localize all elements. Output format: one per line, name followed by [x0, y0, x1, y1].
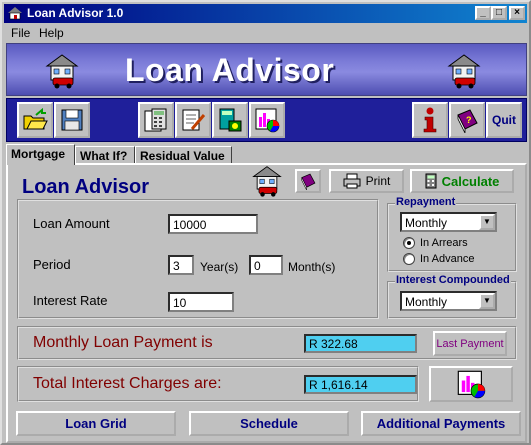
banner-title: Loan Advisor — [125, 52, 335, 88]
open-folder-icon — [23, 108, 48, 130]
app-house-icon — [8, 7, 22, 20]
close-glyph: × — [514, 7, 520, 18]
printer-icon — [343, 173, 361, 189]
chart-icon — [255, 108, 280, 133]
chart-view-button[interactable] — [429, 366, 513, 402]
period-months-input[interactable]: 0 — [249, 255, 283, 275]
chevron-down-icon[interactable]: ▼ — [479, 214, 495, 230]
chevron-down-icon-2[interactable]: ▼ — [479, 293, 495, 309]
chart-icon-large — [457, 370, 486, 399]
minimize-glyph: _ — [480, 7, 486, 18]
help-book-icon-small — [301, 173, 316, 190]
print-label: Print — [365, 174, 391, 188]
repayment-frequency-select[interactable]: Monthly ▼ — [400, 212, 497, 232]
in-arrears-radio[interactable]: In Arrears — [403, 237, 468, 249]
total-interest-value: R 1,616.14 — [304, 375, 417, 394]
additional-payments-button[interactable]: Additional Payments — [361, 411, 521, 436]
save-disk-icon — [61, 109, 83, 131]
calculator-money-icon — [219, 108, 242, 132]
months-unit-label: Month(s) — [288, 260, 336, 274]
period-label: Period — [33, 257, 71, 272]
interest-compounded-title: Interest Compounded — [395, 274, 511, 286]
monthly-payment-value: R 322.68 — [304, 334, 417, 353]
compounding-frequency-select[interactable]: Monthly ▼ — [400, 291, 497, 311]
notes-button[interactable] — [175, 102, 211, 138]
period-years-input[interactable]: 3 — [168, 255, 194, 275]
print-button[interactable]: Print — [329, 169, 404, 193]
radio-unselected-icon — [403, 253, 415, 265]
in-advance-label: In Advance — [420, 253, 475, 265]
compounding-frequency-value: Monthly — [405, 295, 448, 309]
total-interest-label: Total Interest Charges are: — [33, 375, 222, 392]
menu-help[interactable]: Help — [39, 26, 64, 40]
help-small-button[interactable] — [295, 169, 321, 193]
money-calc-button[interactable] — [212, 102, 248, 138]
house-car-icon-right — [447, 54, 481, 89]
quit-button[interactable]: Quit — [486, 102, 522, 138]
maximize-glyph: □ — [495, 7, 503, 18]
calculator-icon — [425, 173, 437, 189]
info-icon — [423, 107, 437, 133]
in-advance-radio[interactable]: In Advance — [403, 253, 474, 265]
maximize-button[interactable]: □ — [491, 6, 507, 20]
close-button[interactable]: × — [509, 6, 525, 20]
title-bar[interactable]: Loan Advisor 1.0 _ □ × — [4, 4, 527, 23]
monthly-payment-label: Monthly Loan Payment is — [33, 334, 213, 351]
info-button[interactable] — [412, 102, 448, 138]
in-arrears-label: In Arrears — [420, 237, 468, 249]
calculate-button[interactable]: Calculate — [410, 169, 514, 193]
app-window: Loan Advisor 1.0 _ □ × File Help Loan Ad… — [0, 0, 531, 445]
interest-rate-input[interactable]: 10 — [168, 292, 234, 312]
panel-heading: Loan Advisor — [22, 176, 150, 198]
house-car-icon — [45, 54, 79, 89]
toolbar: ? Quit — [6, 98, 527, 142]
svg-text:?: ? — [466, 115, 472, 125]
help-book-icon: ? — [457, 109, 478, 133]
tab-what-if[interactable]: What If? — [75, 146, 135, 164]
tab-mortgage[interactable]: Mortgage — [6, 144, 75, 165]
house-car-icon-panel — [252, 166, 282, 197]
notepad-edit-icon — [182, 109, 206, 131]
calculator-sheet-icon — [144, 108, 167, 132]
last-payment-button[interactable]: Last Payment — [433, 331, 507, 356]
loan-amount-input[interactable]: 10000 — [168, 214, 258, 234]
calculate-label: Calculate — [441, 173, 500, 189]
repayment-frequency-value: Monthly — [405, 216, 448, 230]
loan-grid-button[interactable]: Loan Grid — [16, 411, 176, 436]
open-button[interactable] — [17, 102, 53, 138]
save-button[interactable] — [54, 102, 90, 138]
interest-rate-label: Interest Rate — [33, 293, 108, 308]
loan-amount-label: Loan Amount — [33, 216, 110, 231]
years-unit-label: Year(s) — [200, 260, 239, 274]
chart-button[interactable] — [249, 102, 285, 138]
radio-selected-icon — [403, 237, 415, 249]
menu-file[interactable]: File — [11, 26, 30, 40]
minimize-button[interactable]: _ — [475, 6, 491, 20]
repayment-title: Repayment — [395, 196, 457, 208]
loan-sheet-button[interactable] — [138, 102, 174, 138]
help-button[interactable]: ? — [449, 102, 485, 138]
window-title: Loan Advisor 1.0 — [27, 6, 124, 20]
tab-residual-value[interactable]: Residual Value — [135, 146, 232, 164]
banner: Loan Advisor — [6, 43, 527, 96]
menu-bar: File Help — [4, 24, 527, 42]
schedule-button[interactable]: Schedule — [189, 411, 349, 436]
